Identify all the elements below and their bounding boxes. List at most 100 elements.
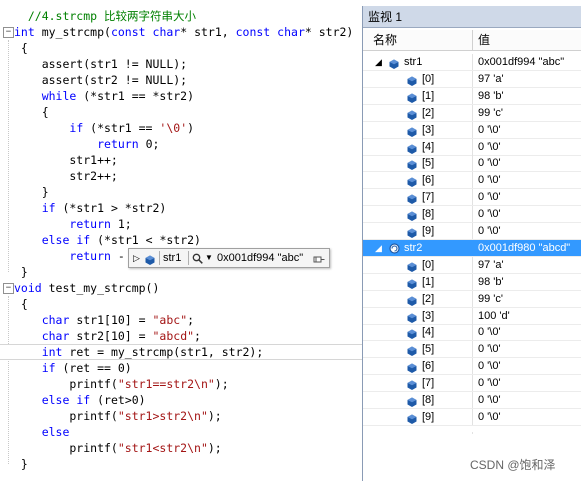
watch-item-value[interactable]: 0x001df980 "abcd" [478,240,570,257]
code-line[interactable]: assert(str2 != NULL); [0,72,362,88]
watch-item-value[interactable]: 0 '\0' [478,409,501,426]
code-line[interactable]: return 1; [0,216,362,232]
watch-row-element[interactable]: [0] 97 'a' [363,256,581,274]
current-code-line[interactable]: int ret = my_strcmp(str1, str2); [0,344,362,360]
data-tip[interactable]: ▷ str1 ▼ 0x001df994 "abc" [128,248,330,268]
watch-item-value[interactable]: 97 'a' [478,257,504,274]
watch-item-value[interactable]: 0 '\0' [478,324,501,341]
watch-item-value[interactable]: 0 '\0' [478,122,501,139]
watch-window[interactable]: 监视 1 名称 值 ◢ str1 0x001df994 "abc" [0] 97 'a'… [362,6,581,481]
watch-item-value[interactable]: 97 'a' [478,71,504,88]
code-line[interactable]: − void test_my_strcmp() [0,280,362,296]
watch-item-value[interactable]: 0 '\0' [478,206,501,223]
code-line[interactable]: //4.strcmp 比较两字符串大小 [0,8,362,24]
watch-item-value[interactable]: 0 '\0' [478,341,501,358]
code-text: assert(str2 != NULL); [14,72,187,88]
variable-cube-icon [407,143,417,154]
watch-row-element[interactable]: [3] 0 '\0' [363,121,581,139]
watch-row-element[interactable]: [5] 0 '\0' [363,155,581,173]
column-separator[interactable] [472,30,473,50]
code-line[interactable]: if (*str1 == '\0') [0,120,362,136]
code-line[interactable]: } [0,184,362,200]
watch-item-name: [0] [422,258,435,271]
watch-item-value[interactable]: 99 'c' [478,105,503,122]
watch-row-str2[interactable]: ◢ str2 0x001df980 "abcd" [363,239,581,257]
watch-item-value[interactable]: 0x001df994 "abc" [478,54,564,71]
expand-triangle-icon[interactable]: ▷ [133,249,140,267]
datatip-value[interactable]: 0x001df994 "abc" [217,249,303,267]
watch-row-element[interactable]: [2] 99 'c' [363,104,581,122]
watch-item-value[interactable]: 0 '\0' [478,223,501,240]
watch-row-element[interactable]: [1] 98 'b' [363,273,581,291]
code-text: printf("str1>str2\n"); [14,408,221,424]
code-line[interactable]: { [0,40,362,56]
magnifier-icon[interactable] [192,252,203,270]
code-line[interactable]: str1++; [0,152,362,168]
watch-item-value[interactable]: 98 'b' [478,88,504,105]
watch-item-value[interactable]: 0 '\0' [478,155,501,172]
column-header-name[interactable]: 名称 [373,30,397,50]
code-line[interactable]: str2++; [0,168,362,184]
watch-item-name: [4] [422,140,435,153]
watch-item-value[interactable]: 98 'b' [478,274,504,291]
code-line[interactable]: printf("str1<str2\n"); [0,440,362,456]
code-line[interactable]: else if (*str1 < *str2) [0,232,362,248]
code-line[interactable]: − int my_strcmp(const char* str1, const c… [0,24,362,40]
collapse-arrow-icon[interactable]: ◢ [375,54,382,71]
watch-item-value[interactable]: 0 '\0' [478,358,501,375]
watch-row-element[interactable]: [4] 0 '\0' [363,324,581,342]
watch-row-str1[interactable]: ◢ str1 0x001df994 "abc" [363,54,581,71]
code-editor[interactable]: //4.strcmp 比较两字符串大小 − int my_strcmp(const … [0,0,362,481]
collapse-arrow-icon[interactable]: ◢ [375,240,382,257]
watch-row-element[interactable]: [7] 0 '\0' [363,375,581,393]
collapse-toggle-icon[interactable]: − [3,27,14,38]
code-text: while (*str1 == *str2) [14,88,194,104]
watch-row-element[interactable]: [8] 0 '\0' [363,206,581,224]
watch-row-element[interactable]: [7] 0 '\0' [363,189,581,207]
watch-row-element[interactable]: [5] 0 '\0' [363,341,581,359]
watch-row-element[interactable]: [9] 0 '\0' [363,223,581,240]
watch-window-title[interactable]: 监视 1 [363,6,581,28]
pin-icon[interactable] [313,253,325,271]
watch-row-element[interactable]: [8] 0 '\0' [363,392,581,409]
code-line[interactable]: printf("str1>str2\n"); [0,408,362,424]
watch-item-value[interactable]: 0 '\0' [478,139,501,156]
watch-item-value[interactable]: 0 '\0' [478,172,501,189]
code-line[interactable]: char str1[10] = "abc"; [0,312,362,328]
watch-item-value[interactable]: 0 '\0' [478,392,501,409]
watch-item-value[interactable]: 0 '\0' [478,189,501,206]
watch-item-value[interactable]: 99 'c' [478,291,503,308]
watch-item-value[interactable]: 0 '\0' [478,375,501,392]
code-line[interactable]: if (ret == 0) [0,360,362,376]
code-line[interactable]: { [0,104,362,120]
code-line[interactable]: if (*str1 > *str2) [0,200,362,216]
code-line[interactable]: return 0; [0,136,362,152]
watch-row-element[interactable]: [9] 0 '\0' [363,408,581,426]
code-line[interactable]: char str2[10] = "abcd"; [0,328,362,344]
collapse-toggle-icon[interactable]: − [3,283,14,294]
code-line[interactable]: { [0,296,362,312]
code-line[interactable]: else if (ret>0) [0,392,362,408]
code-line[interactable]: printf("str1==str2\n"); [0,376,362,392]
watch-item-value[interactable]: 100 'd' [478,308,510,325]
code-token: str1[10] = [69,313,153,327]
watch-row-element[interactable]: [2] 99 'c' [363,290,581,308]
column-header-value[interactable]: 值 [478,30,490,50]
code-line[interactable]: else [0,424,362,440]
code-token: ) [187,121,195,135]
variable-cube-icon [407,295,417,306]
watch-row-element[interactable]: [6] 0 '\0' [363,172,581,190]
code-line[interactable]: assert(str1 != NULL); [0,56,362,72]
watch-row-element[interactable]: [6] 0 '\0' [363,358,581,376]
code-text: { [14,104,49,120]
watch-row-element[interactable]: [1] 98 'b' [363,87,581,105]
watch-row-element[interactable]: [0] 97 'a' [363,70,581,88]
watch-row-element[interactable]: [3] 100 'd' [363,307,581,325]
watch-row-element[interactable]: [4] 0 '\0' [363,138,581,156]
code-line[interactable]: } [0,456,362,472]
code-token: { [14,297,28,311]
dropdown-arrow-icon[interactable]: ▼ [205,249,213,267]
code-line[interactable]: while (*str1 == *str2) [0,88,362,104]
column-separator [472,54,473,71]
